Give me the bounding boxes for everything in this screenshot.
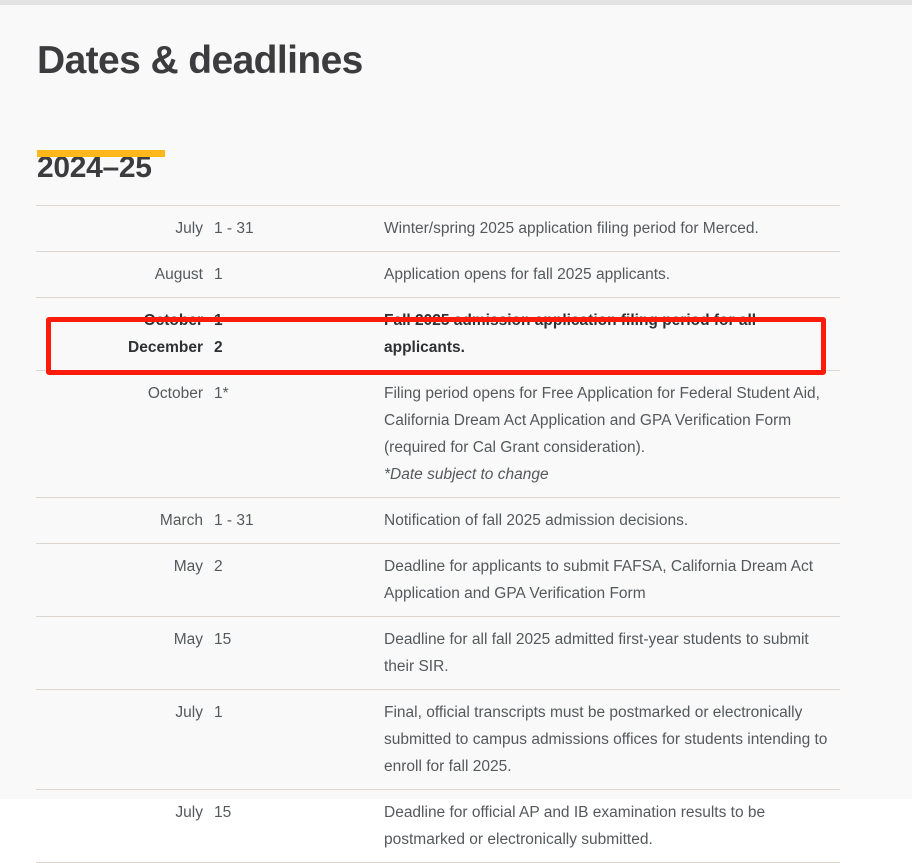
row-description: Application opens for fall 2025 applican… [384, 251, 840, 298]
row-description: Deadline for official AP and IB examinat… [384, 789, 840, 863]
table-row: July 1 - 31 Winter/spring 2025 applicati… [36, 205, 840, 252]
table-row: May 2 Deadline for applicants to submit … [36, 543, 840, 617]
page-root: Dates & deadlines 2024–25 July 1 - 31 Wi… [0, 0, 912, 863]
row-day: 1 - 2 [214, 297, 384, 371]
row-description-text: Fall 2025 admission application filing p… [384, 312, 757, 356]
table-row: May 15 Deadline for all fall 2025 admitt… [36, 616, 840, 690]
row-description-text: Deadline for official AP and IB examinat… [384, 804, 766, 848]
row-month: March [36, 497, 214, 544]
page-content: Dates & deadlines 2024–25 July 1 - 31 Wi… [0, 5, 912, 863]
table-row: August 1 Application opens for fall 2025… [36, 251, 840, 298]
row-description: Notification of fall 2025 admission deci… [384, 497, 840, 544]
table-row-highlighted: October December 1 - 2 Fall 2025 admissi… [36, 297, 840, 371]
row-description-text: Deadline for applicants to submit FAFSA,… [384, 558, 814, 602]
row-month: July [36, 205, 214, 252]
row-day: 1 - 31 [214, 205, 384, 252]
row-month: October December [36, 297, 214, 371]
dates-deadlines-table: July 1 - 31 Winter/spring 2025 applicati… [36, 205, 840, 863]
table-row: July 15 Deadline for official AP and IB … [36, 789, 840, 863]
page-title: Dates & deadlines [37, 39, 363, 82]
row-day: 15 [214, 789, 384, 863]
row-description: Deadline for all fall 2025 admitted firs… [384, 616, 840, 690]
row-description-text: Deadline for all fall 2025 admitted firs… [384, 631, 809, 675]
row-description-text: Winter/spring 2025 application filing pe… [384, 220, 759, 237]
table-row: March 1 - 31 Notification of fall 2025 a… [36, 497, 840, 544]
table-row: July 1 Final, official transcripts must … [36, 689, 840, 790]
row-month: May [36, 543, 214, 617]
row-day: 15 [214, 616, 384, 690]
row-month: October [36, 370, 214, 498]
table-body: July 1 - 31 Winter/spring 2025 applicati… [36, 205, 840, 863]
row-description: Fall 2025 admission application filing p… [384, 297, 840, 371]
row-description: Final, official transcripts must be post… [384, 689, 840, 790]
row-month: July [36, 689, 214, 790]
row-day: 1 [214, 689, 384, 790]
section-title-academic-year: 2024–25 [37, 151, 152, 184]
row-month: July [36, 789, 214, 863]
row-description: Deadline for applicants to submit FAFSA,… [384, 543, 840, 617]
table-row: October 1* Filing period opens for Free … [36, 370, 840, 498]
accent-rule [37, 150, 165, 157]
row-month: May [36, 616, 214, 690]
row-description: Filing period opens for Free Application… [384, 370, 840, 498]
row-description-text: Filing period opens for Free Application… [384, 385, 820, 456]
row-description-text: Final, official transcripts must be post… [384, 704, 828, 775]
row-description-note: *Date subject to change [384, 466, 549, 483]
row-day: 1 [214, 251, 384, 298]
row-day: 2 [214, 543, 384, 617]
row-day: 1 - 31 [214, 497, 384, 544]
row-description-text: Application opens for fall 2025 applican… [384, 266, 671, 283]
row-description: Winter/spring 2025 application filing pe… [384, 205, 840, 252]
row-description-text: Notification of fall 2025 admission deci… [384, 512, 689, 529]
row-day: 1* [214, 370, 384, 498]
row-month: August [36, 251, 214, 298]
